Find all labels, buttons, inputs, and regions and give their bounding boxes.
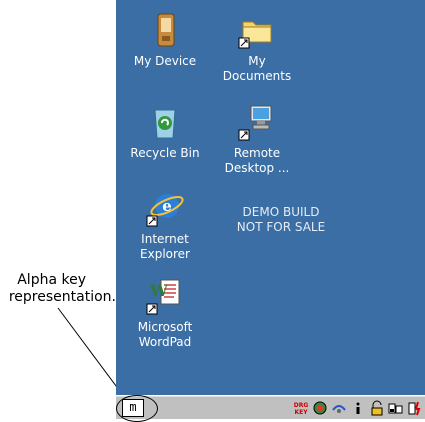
- connection-icon[interactable]: [331, 400, 347, 416]
- annotation-label: Alpha key representation.: [0, 272, 116, 306]
- internet-explorer-icon: e: [145, 188, 185, 228]
- alpha-key-indicator[interactable]: m: [122, 399, 144, 417]
- desktop-icon-label: My Documents: [222, 54, 292, 83]
- folder-icon: [237, 10, 277, 50]
- desktop-icon-my-device[interactable]: My Device: [124, 10, 206, 69]
- device-screen: My Device My Documents Recycle Bin Remot…: [116, 0, 425, 422]
- svg-text:DRG: DRG: [294, 402, 309, 409]
- lock-icon[interactable]: [369, 400, 385, 416]
- desktop-icon-wordpad[interactable]: W Microsoft WordPad: [124, 276, 206, 350]
- desktop-icon-label: Microsoft WordPad: [137, 320, 193, 349]
- desktop-icon-recycle-bin[interactable]: Recycle Bin: [124, 102, 206, 161]
- remote-desktop-icon: [237, 102, 277, 142]
- wordpad-icon: W: [145, 276, 185, 316]
- desktop-icon-label: My Device: [133, 54, 197, 68]
- power-icon[interactable]: [407, 400, 423, 416]
- svg-text:W: W: [149, 281, 169, 300]
- desktop-icon-my-documents[interactable]: My Documents: [216, 10, 298, 84]
- battery-icon[interactable]: [388, 400, 404, 416]
- svg-text:KEY: KEY: [294, 409, 308, 416]
- system-tray: DRG KEY: [293, 399, 423, 416]
- annotation-line-1: Alpha key: [17, 272, 86, 288]
- desktop-icon-remote-desktop[interactable]: Remote Desktop ...: [216, 102, 298, 176]
- desktop-icon-label: Internet Explorer: [140, 232, 190, 261]
- info-icon[interactable]: [350, 400, 366, 416]
- recycle-bin-icon: [145, 102, 185, 142]
- taskbar: m DRG KEY: [116, 395, 425, 422]
- network-icon[interactable]: [312, 400, 328, 416]
- pda-device-icon: [145, 10, 185, 50]
- svg-text:e: e: [162, 197, 172, 215]
- drag-key-icon[interactable]: DRG KEY: [293, 400, 309, 416]
- desktop-icon-label: Recycle Bin: [130, 146, 200, 160]
- demo-build-watermark: DEMO BUILD NOT FOR SALE: [236, 205, 326, 234]
- annotation-line-2: representation.: [8, 289, 116, 305]
- desktop-icon-label: Remote Desktop ...: [224, 146, 290, 175]
- desktop-icon-internet-explorer[interactable]: e Internet Explorer: [124, 188, 206, 262]
